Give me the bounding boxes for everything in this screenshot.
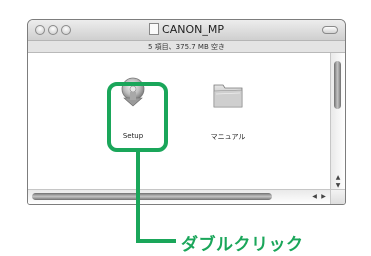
- title-bar[interactable]: CANON_MP: [28, 20, 345, 41]
- folder-icon[interactable]: [211, 80, 245, 109]
- toolbar-toggle-button[interactable]: [322, 26, 338, 34]
- setup-installer-icon[interactable]: [118, 76, 148, 108]
- status-bar: 5 項目、375.7 MB 空き: [28, 41, 345, 53]
- disk-icon: [149, 23, 160, 35]
- horizontal-scroll-thumb[interactable]: [32, 193, 272, 200]
- window-title: CANON_MP: [162, 23, 224, 36]
- status-text: 5 項目、375.7 MB 空き: [147, 43, 225, 51]
- file-area: Setup マニュアル: [28, 53, 331, 191]
- scroll-right-arrow-icon[interactable]: ▶: [319, 192, 328, 202]
- finder-window: CANON_MP 5 項目、375.7 MB 空き Setup マニュアル ▲ …: [27, 19, 346, 205]
- scroll-up-arrow-icon[interactable]: ▲: [331, 174, 345, 182]
- setup-label: Setup: [122, 132, 144, 140]
- resize-grip-icon[interactable]: [330, 189, 345, 204]
- callout-text: ダブルクリック: [181, 235, 304, 255]
- window-title-wrap: CANON_MP: [28, 23, 345, 36]
- manual-label: マニュアル: [210, 133, 246, 141]
- scroll-left-arrow-icon[interactable]: ◀: [310, 192, 319, 202]
- horizontal-scrollbar[interactable]: ◀ ▶: [28, 189, 331, 204]
- vertical-scrollbar[interactable]: ▲ ▼: [330, 53, 345, 191]
- stage: CANON_MP 5 項目、375.7 MB 空き Setup マニュアル ▲ …: [0, 0, 371, 256]
- vertical-scroll-thumb[interactable]: [334, 61, 341, 109]
